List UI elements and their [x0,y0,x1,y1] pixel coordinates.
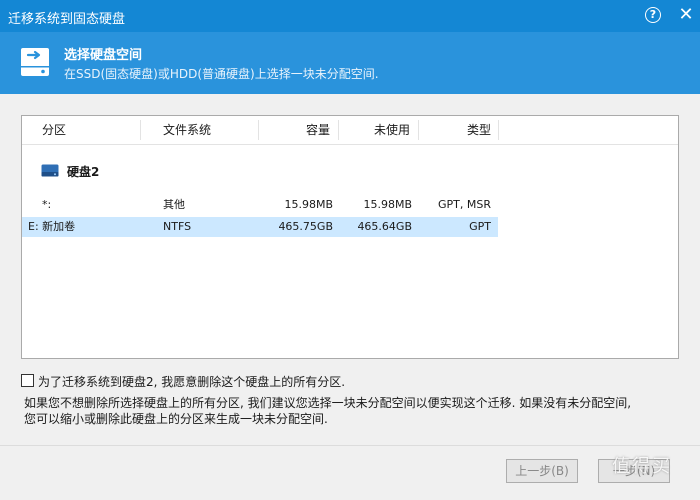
delete-partitions-checkbox[interactable] [21,374,34,387]
cell-type: GPT, MSR [438,198,491,211]
disk-label: 硬盘2 [67,165,100,179]
cell-unused: 15.98MB [363,198,412,211]
header-title: 选择硬盘空间 [64,48,143,63]
column-divider [418,120,419,140]
list-header: 分区 文件系统 容量 未使用 类型 [22,116,678,145]
column-divider [498,120,499,140]
column-header-filesystem[interactable]: 文件系统 [163,116,211,144]
column-divider [258,120,259,140]
header-banner: 选择硬盘空间 在SSD(固态硬盘)或HDD(普通硬盘)上选择一块未分配空间. [0,32,700,94]
column-divider [140,120,141,140]
cell-type: GPT [469,220,491,233]
cell-partition: *: [42,198,52,211]
help-button[interactable]: ? [645,7,661,23]
table-row[interactable]: *: 其他 15.98MB 15.98MB GPT, MSR [22,195,498,215]
close-button[interactable]: ✕ [677,6,695,24]
partition-list[interactable]: 分区 文件系统 容量 未使用 类型 硬盘2 *: 其他 15.98MB 15.9… [21,115,679,359]
column-header-type[interactable]: 类型 [467,116,491,144]
advice-line-1: 如果您不想删除所选择硬盘上的所有分区, 我们建议您选择一块未分配空间以便实现这个… [24,396,632,410]
disk-icon [41,164,59,180]
watermark-text: 值得买 [612,456,672,477]
footer-divider [0,445,700,446]
previous-button[interactable]: 上一步(B) [506,459,578,483]
column-divider [338,120,339,140]
window-title: 迁移系统到固态硬盘 [8,12,126,27]
delete-partitions-label[interactable]: 为了迁移系统到硬盘2, 我愿意删除这个硬盘上的所有分区. [38,373,345,390]
table-row-selected[interactable]: E: 新加卷 NTFS 465.75GB 465.64GB GPT [22,217,498,237]
cell-unused: 465.64GB [357,220,412,233]
advice-line-2: 您可以缩小或删除此硬盘上的分区来生成一块未分配空间. [24,412,328,426]
cell-partition: E: 新加卷 [28,220,76,233]
hard-disk-icon [20,46,50,81]
column-header-capacity[interactable]: 容量 [306,116,330,144]
header-subtitle: 在SSD(固态硬盘)或HDD(普通硬盘)上选择一块未分配空间. [64,67,379,81]
title-bar: 迁移系统到固态硬盘 ? ✕ [0,0,700,32]
disk-group-row[interactable]: 硬盘2 [22,160,322,180]
cell-capacity: 465.75GB [278,220,333,233]
advice-note: 如果您不想删除所选择硬盘上的所有分区, 我们建议您选择一块未分配空间以便实现这个… [24,395,664,427]
column-header-partition[interactable]: 分区 [42,116,66,144]
cell-filesystem: NTFS [163,220,192,233]
column-header-unused[interactable]: 未使用 [374,116,410,144]
cell-capacity: 15.98MB [284,198,333,211]
cell-filesystem: 其他 [163,198,185,211]
